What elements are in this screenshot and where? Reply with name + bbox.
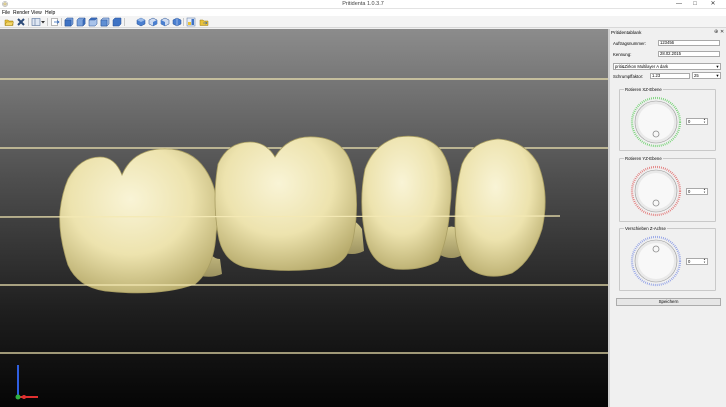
title-bar: Pritidenta 1.0.3.7 — □ ✕ (0, 0, 726, 9)
kennung-label: Kennung: (613, 52, 632, 57)
window-title: Pritidenta 1.0.3.7 (342, 1, 384, 7)
rotate-xz-group: Rotieren XZ-Ebene 0 ▲ ▼ (619, 87, 716, 151)
spin-arrows-icon[interactable]: ▲ ▼ (702, 188, 707, 194)
menu-help[interactable]: Help (45, 10, 55, 16)
toolbar-separator (183, 18, 184, 26)
move-z-value: 0 (688, 259, 691, 264)
toolbar-separator (61, 18, 62, 26)
chevron-down-icon[interactable]: ▼ (715, 73, 720, 78)
3d-viewport[interactable] (0, 29, 608, 407)
rotate-yz-value: 0 (688, 189, 691, 194)
rotate-xz-title: Rotieren XZ-Ebene (624, 87, 663, 92)
spin-arrows-icon[interactable]: ▲ ▼ (702, 258, 707, 264)
tooth-crown-premolar (214, 136, 357, 271)
menu-render[interactable]: Render (13, 10, 29, 16)
minimize-button[interactable]: — (672, 0, 686, 8)
shade-2-icon[interactable] (148, 17, 158, 27)
move-z-spinbox[interactable]: 0 ▲ ▼ (686, 258, 708, 265)
rotate-xz-value: 0 (688, 119, 691, 124)
toolbar-separator (28, 18, 29, 26)
shade-3-icon[interactable] (160, 17, 170, 27)
move-z-group: Verschieben Z-Achse 0 ▲ ▼ (619, 226, 716, 291)
move-z-title: Verschieben Z-Achse (624, 226, 667, 231)
panel-close-button[interactable]: ✕ (720, 29, 724, 35)
view-top-icon[interactable] (112, 17, 122, 27)
menu-file[interactable]: File (2, 10, 10, 16)
blank-size-select[interactable]: 25 ▼ (692, 72, 721, 79)
schrumpffaktor-label: Schrumpffaktor: (613, 74, 644, 79)
close-window-button[interactable]: ✕ (706, 0, 720, 8)
toolbar (0, 16, 726, 28)
toolbar-separator (124, 18, 125, 26)
toolbar-separator (47, 18, 48, 26)
maximize-button[interactable]: □ (688, 0, 702, 8)
rotate-xz-spinbox[interactable]: 0 ▲ ▼ (686, 118, 708, 125)
chevron-down-icon[interactable] (40, 17, 46, 27)
material-select[interactable]: priti&Zirkon Multilayer A dark ▼ (613, 63, 721, 70)
delete-icon[interactable] (16, 17, 26, 27)
axis-gizmo (15, 365, 38, 400)
shade-4-icon[interactable] (172, 17, 182, 27)
tooth-crown-premolar (361, 135, 452, 270)
dental-model-scene (0, 78, 608, 400)
blank-size-value: 25 (694, 73, 699, 78)
shade-1-icon[interactable] (136, 17, 146, 27)
panel-title: Pritidentablank (611, 30, 642, 35)
view-right-icon[interactable] (100, 17, 110, 27)
rotate-yz-spinbox[interactable]: 0 ▲ ▼ (686, 188, 708, 195)
folder-out-icon[interactable] (199, 17, 209, 27)
schrumpffaktor-input[interactable]: 1.23 (650, 73, 690, 79)
pin-icon[interactable]: ⊕ (714, 29, 718, 35)
view-back-icon[interactable] (76, 17, 86, 27)
rotate-yz-title: Rotieren YZ-Ebene (624, 156, 663, 161)
save-button[interactable]: Speichern (616, 298, 721, 306)
auftragsnummer-input[interactable]: 123456 (658, 40, 720, 46)
menu-view[interactable]: View (31, 10, 42, 16)
tooth-crown-molar (59, 148, 218, 294)
export-icon[interactable] (186, 17, 196, 27)
import-icon[interactable] (50, 17, 60, 27)
tooth-crown-canine (454, 138, 546, 277)
move-z-dial[interactable] (630, 235, 682, 287)
kennung-input[interactable]: 28.02.2015 (658, 51, 720, 57)
axis-origin (22, 395, 26, 399)
rotate-yz-group: Rotieren YZ-Ebene 0 ▲ ▼ (619, 156, 716, 222)
material-select-value: priti&Zirkon Multilayer A dark (615, 64, 669, 69)
rotate-xz-dial[interactable] (630, 96, 682, 148)
menu-bar: File Render View Help (0, 9, 726, 16)
view-left-icon[interactable] (88, 17, 98, 27)
spin-arrows-icon[interactable]: ▲ ▼ (702, 118, 707, 124)
rotate-yz-dial[interactable] (630, 165, 682, 217)
blank-panel: Pritidentablank ⊕ ✕ Auftragsnummer: 1234… (610, 29, 726, 407)
axis-z (15, 394, 21, 400)
view-front-icon[interactable] (64, 17, 74, 27)
chevron-down-icon[interactable]: ▼ (715, 64, 720, 69)
open-folder-icon[interactable] (4, 17, 14, 27)
auftragsnummer-label: Auftragsnummer: (613, 41, 646, 46)
